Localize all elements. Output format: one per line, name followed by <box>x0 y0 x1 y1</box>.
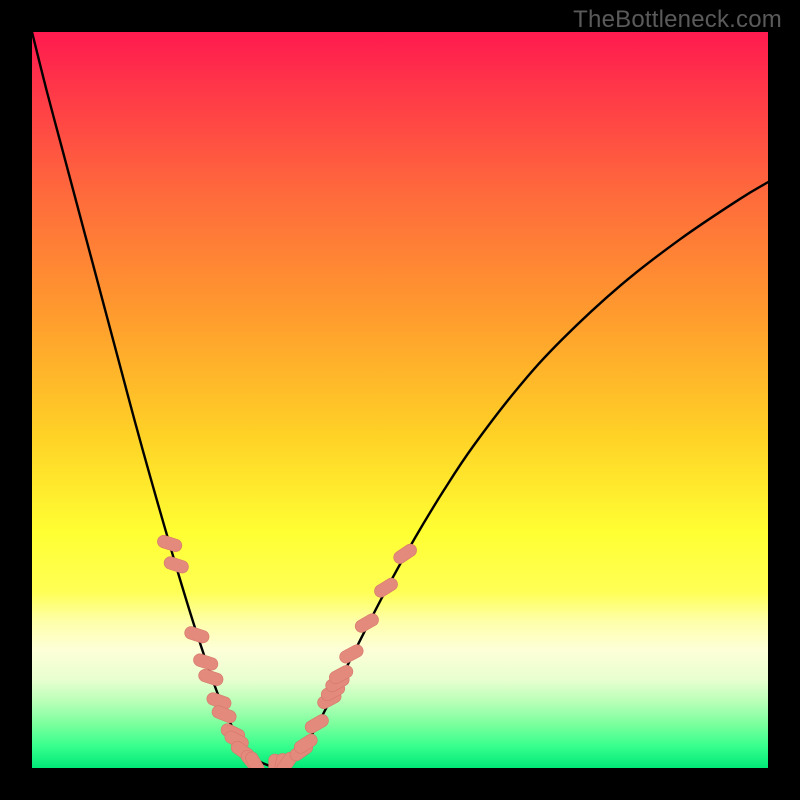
watermark-text: TheBottleneck.com <box>573 6 782 34</box>
scatter-marker <box>192 652 220 672</box>
bottleneck-curve <box>32 32 768 767</box>
scatter-marker <box>391 542 419 566</box>
scatter-marker <box>162 555 190 575</box>
bottleneck-chart <box>32 32 768 768</box>
scatter-marker <box>156 534 184 554</box>
chart-frame <box>32 32 768 768</box>
scatter-marker <box>353 611 381 634</box>
scatter-markers <box>156 534 419 768</box>
scatter-marker <box>372 576 400 600</box>
scatter-marker <box>197 668 225 688</box>
scatter-marker <box>337 643 365 666</box>
scatter-marker <box>303 712 331 735</box>
scatter-marker <box>183 625 211 645</box>
